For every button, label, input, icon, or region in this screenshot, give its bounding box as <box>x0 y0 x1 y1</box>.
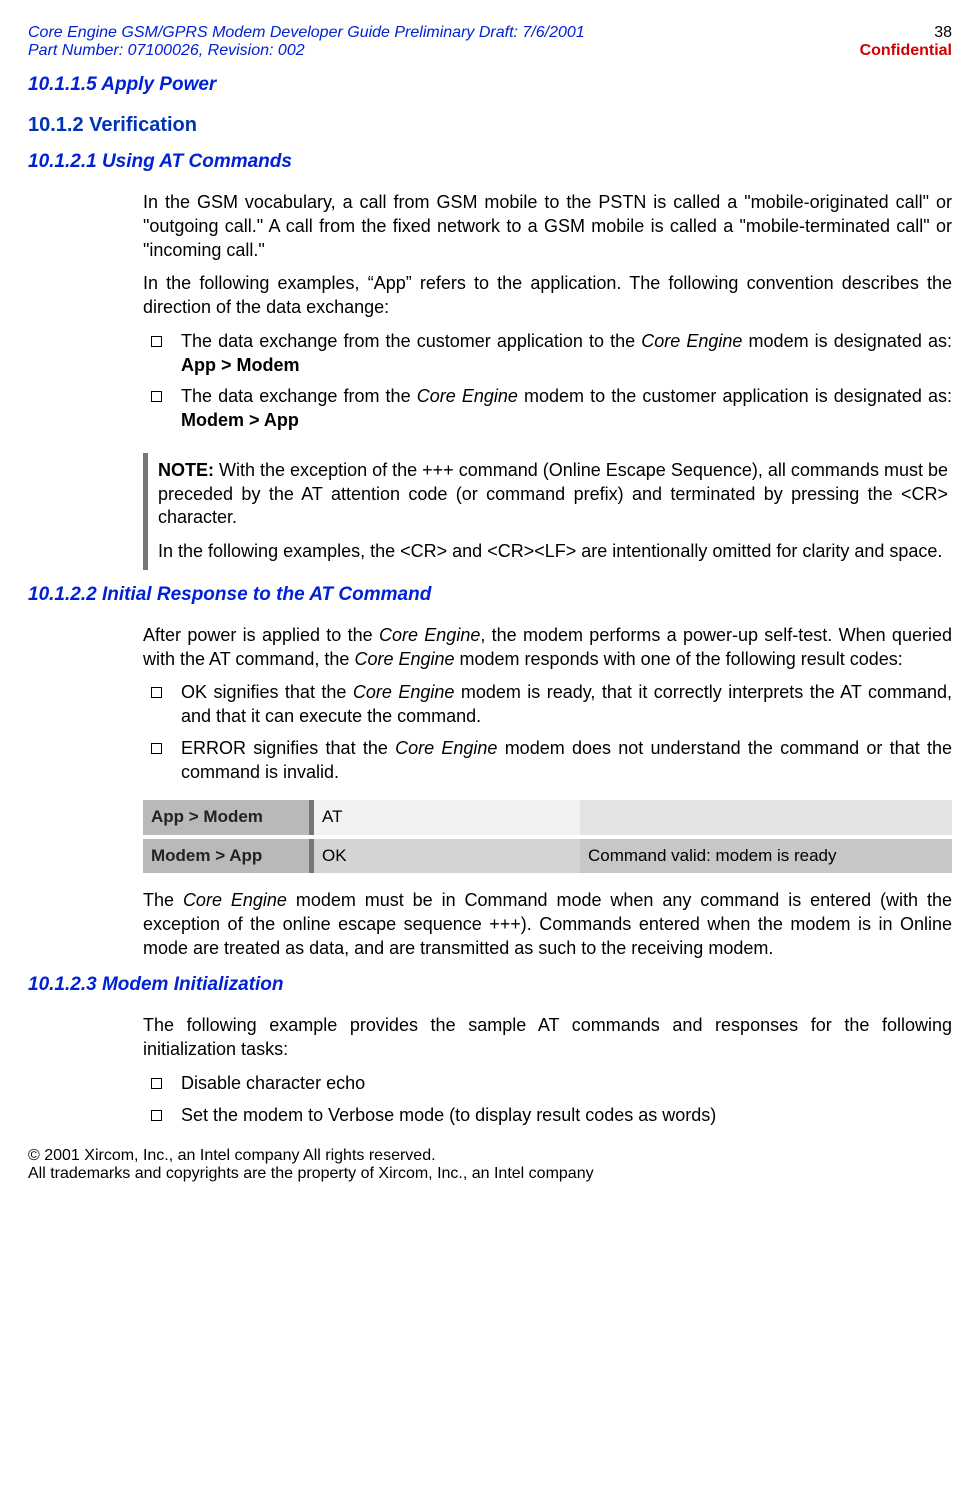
page-number: 38 <box>860 24 952 42</box>
note-paragraph: NOTE: With the exception of the +++ comm… <box>158 459 948 530</box>
list-item: The data exchange from the customer appl… <box>173 330 952 378</box>
page-header: Core Engine GSM/GPRS Modem Developer Gui… <box>28 24 952 60</box>
text: After power is applied to the <box>143 625 379 645</box>
table-row: App > Modem AT <box>143 800 952 834</box>
product-name: Core Engine <box>379 625 480 645</box>
text: modem responds with one of the following… <box>455 649 903 669</box>
command-cell: AT <box>314 800 580 834</box>
at-command-table: App > Modem AT Modem > App OK Command va… <box>143 796 952 877</box>
list-item: Disable character echo <box>173 1072 952 1096</box>
trademark-line: All trademarks and copyrights are the pr… <box>28 1165 952 1183</box>
bullet-list: The data exchange from the customer appl… <box>143 330 952 433</box>
header-left: Core Engine GSM/GPRS Modem Developer Gui… <box>28 24 585 60</box>
paragraph: The following example provides the sampl… <box>143 1014 952 1062</box>
list-item: ERROR signifies that the Core Engine mod… <box>173 737 952 785</box>
header-partnum: Part Number: 07100026, Revision: 002 <box>28 42 585 60</box>
note-block: NOTE: With the exception of the +++ comm… <box>143 453 952 570</box>
direction-label: Modem > App <box>181 410 299 430</box>
text: modem to the customer application is des… <box>518 386 952 406</box>
text: The <box>143 890 183 910</box>
product-name: Core Engine <box>417 386 518 406</box>
heading-verification: 10.1.2 Verification <box>28 114 952 137</box>
document-page: Core Engine GSM/GPRS Modem Developer Gui… <box>0 0 980 1203</box>
list-item: OK signifies that the Core Engine modem … <box>173 681 952 729</box>
heading-initial-response: 10.1.2.2 Initial Response to the AT Comm… <box>28 584 952 606</box>
section-using-at: In the GSM vocabulary, a call from GSM m… <box>143 191 952 570</box>
text: ERROR signifies that the <box>181 738 395 758</box>
paragraph: After power is applied to the Core Engin… <box>143 624 952 672</box>
heading-modem-init: 10.1.2.3 Modem Initialization <box>28 974 952 996</box>
bullet-list: OK signifies that the Core Engine modem … <box>143 681 952 784</box>
heading-apply-power: 10.1.1.5 Apply Power <box>28 74 952 96</box>
text: OK signifies that the <box>181 682 353 702</box>
heading-using-at: 10.1.2.1 Using AT Commands <box>28 151 952 173</box>
product-name: Core Engine <box>354 649 454 669</box>
direction-cell: App > Modem <box>143 800 314 834</box>
bullet-list: Disable character echo Set the modem to … <box>143 1072 952 1128</box>
note-body: With the exception of the +++ command (O… <box>158 460 948 528</box>
copyright-line: © 2001 Xircom, Inc., an Intel company Al… <box>28 1147 952 1165</box>
confidential-label: Confidential <box>860 42 952 60</box>
result-cell: Command valid: modem is ready <box>580 839 952 873</box>
result-cell <box>580 800 952 834</box>
paragraph: In the GSM vocabulary, a call from GSM m… <box>143 191 952 262</box>
paragraph: The Core Engine modem must be in Command… <box>143 889 952 960</box>
text: modem is designated as: <box>742 331 952 351</box>
page-footer: © 2001 Xircom, Inc., an Intel company Al… <box>28 1147 952 1183</box>
note-label: NOTE: <box>158 460 214 480</box>
text: The data exchange from the customer appl… <box>181 331 641 351</box>
direction-label: App > Modem <box>181 355 300 375</box>
header-right: 38 Confidential <box>860 24 952 60</box>
list-item: The data exchange from the Core Engine m… <box>173 385 952 433</box>
text: The data exchange from the <box>181 386 417 406</box>
direction-cell: Modem > App <box>143 839 314 873</box>
note-paragraph: In the following examples, the <CR> and … <box>158 540 948 564</box>
command-cell: OK <box>314 839 580 873</box>
product-name: Core Engine <box>183 890 287 910</box>
header-title: Core Engine GSM/GPRS Modem Developer Gui… <box>28 24 585 42</box>
section-modem-init: The following example provides the sampl… <box>143 1014 952 1127</box>
section-initial-response: After power is applied to the Core Engin… <box>143 624 952 961</box>
table-row: Modem > App OK Command valid: modem is r… <box>143 839 952 873</box>
paragraph: In the following examples, “App” refers … <box>143 272 952 320</box>
list-item: Set the modem to Verbose mode (to displa… <box>173 1104 952 1128</box>
product-name: Core Engine <box>395 738 497 758</box>
product-name: Core Engine <box>641 331 742 351</box>
product-name: Core Engine <box>353 682 455 702</box>
